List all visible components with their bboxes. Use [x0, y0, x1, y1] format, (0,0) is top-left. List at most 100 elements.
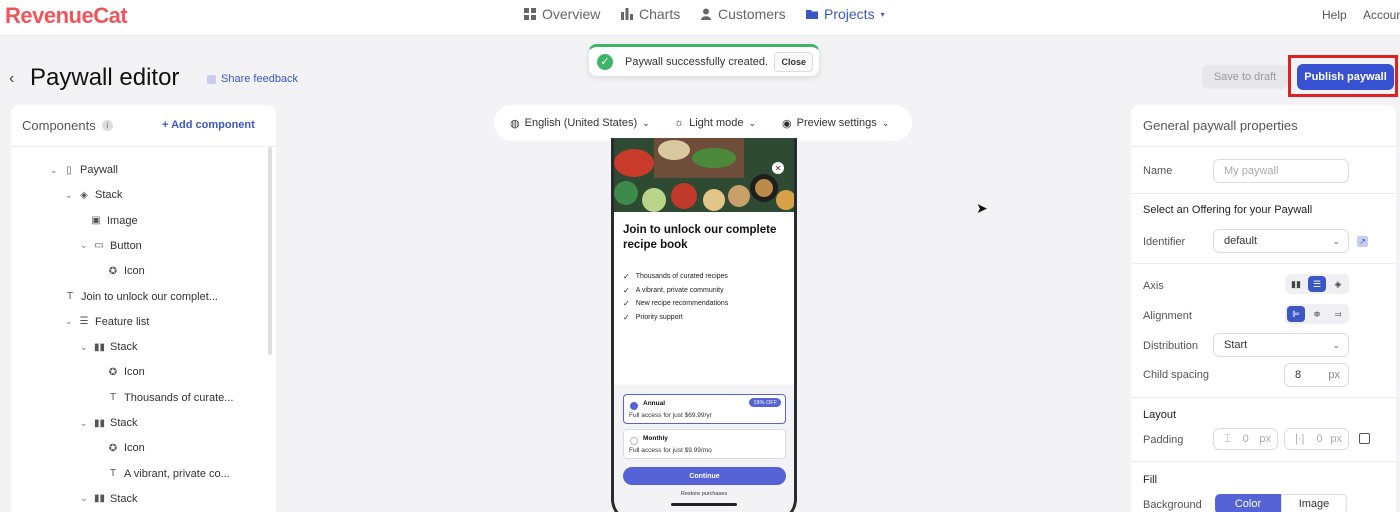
preview-toolbar: ◍ English (United States) ⌄ ☼ Light mode… — [494, 105, 912, 141]
check-icon: ✓ — [623, 272, 630, 281]
hero-image[interactable]: ✕ — [614, 138, 794, 212]
chevron-down-icon[interactable]: ⌄ — [65, 316, 73, 327]
chevron-down-icon[interactable]: ⌄ — [80, 240, 88, 251]
text-icon: T — [66, 291, 74, 302]
padding-horizontal-input[interactable]: |·| 0 px — [1284, 428, 1349, 450]
nav-projects[interactable]: Projects ▾ — [806, 0, 885, 28]
chevron-down-icon[interactable]: ⌄ — [50, 165, 58, 176]
tree-item-label: Icon — [124, 442, 145, 455]
back-chevron-icon[interactable]: ‹ — [9, 70, 14, 88]
restore-purchases-link[interactable]: Restore purchases — [614, 491, 794, 497]
save-to-draft-button[interactable]: Save to draft — [1202, 65, 1288, 89]
tree-item[interactable]: ⌄ ▯ Paywall — [50, 160, 118, 180]
tree-item[interactable]: ⌄ ▮▮ Stack — [80, 337, 138, 357]
paywall-headline: Join to unlock our complete recipe book — [623, 224, 777, 251]
feature-item: ✓ New recipe recommendations — [623, 299, 728, 308]
identifier-select[interactable]: default ⌄ — [1213, 229, 1349, 253]
tree-item-label: Button — [110, 239, 142, 252]
nav-overview[interactable]: Overview — [524, 0, 600, 28]
mouse-cursor-icon: ➤ — [976, 200, 988, 216]
add-component-button[interactable]: + Add component — [162, 119, 255, 131]
align-end-icon[interactable]: ⫤ — [1329, 306, 1347, 322]
background-label: Background — [1143, 499, 1202, 511]
components-panel: Components i + Add component ⌄ ▯ Paywall ⌄ ◈… — [11, 105, 276, 512]
alignment-segmented-control: ⊫ ≑ ⫤ — [1285, 304, 1349, 324]
language-label: English (United States) — [524, 117, 638, 129]
nav-customers-label: Customers — [718, 6, 786, 22]
preview-settings-dropdown[interactable]: ◉ Preview settings ⌄ — [782, 117, 889, 130]
page-title: Paywall editor — [30, 64, 180, 91]
icon-icon: ✪ — [108, 366, 118, 378]
distribution-select[interactable]: Start ⌄ — [1213, 333, 1349, 357]
axis-vertical-icon[interactable]: ☰ — [1308, 276, 1326, 292]
share-feedback-link[interactable]: Share feedback — [207, 73, 298, 85]
child-spacing-input[interactable]: 8 px — [1284, 363, 1349, 387]
nav-charts[interactable]: Charts — [621, 0, 680, 28]
chevron-down-icon: ⌄ — [881, 117, 890, 128]
name-input[interactable]: My paywall — [1213, 159, 1349, 183]
tree-item[interactable]: ⌄ ▮▮ Stack — [80, 413, 138, 433]
offering-section-title: Select an Offering for your Paywall — [1143, 204, 1313, 216]
identifier-label: Identifier — [1143, 236, 1186, 248]
axis-horizontal-icon[interactable]: ▮▮ — [1287, 276, 1305, 292]
nav-charts-label: Charts — [639, 6, 681, 22]
package-monthly[interactable]: Monthly Full access for just $9.99/mo — [623, 429, 786, 459]
revenuecat-logo[interactable]: RevenueCat — [5, 3, 128, 29]
tree-item[interactable]: T A vibrant, private co... — [108, 464, 230, 484]
help-link[interactable]: Help — [1322, 8, 1347, 22]
open-offering-link-icon[interactable]: ↗ — [1357, 236, 1368, 247]
theme-mode-dropdown[interactable]: ☼ Light mode ⌄ — [674, 117, 756, 129]
nav-customers[interactable]: Customers — [700, 0, 786, 28]
language-dropdown[interactable]: ◍ English (United States) ⌄ — [510, 117, 650, 130]
external-link-icon — [207, 74, 216, 84]
chevron-down-icon: ⌄ — [642, 117, 650, 128]
theme-mode-label: Light mode — [689, 117, 744, 129]
radio-selected-icon — [630, 402, 638, 410]
phone-preview[interactable]: ✕ Join to unlock our complete recipe boo… — [611, 138, 797, 512]
toast-close-button[interactable]: Close — [774, 52, 813, 72]
info-icon[interactable]: i — [101, 120, 113, 131]
alignment-label: Alignment — [1143, 310, 1192, 322]
tree-item[interactable]: ✪ Icon — [108, 438, 145, 458]
tree-item[interactable]: ⌄ ▮▮ Stack — [80, 489, 138, 509]
padding-expand-icon[interactable] — [1359, 433, 1370, 444]
publish-paywall-button[interactable]: Publish paywall — [1297, 64, 1394, 90]
chevron-down-icon[interactable]: ⌄ — [65, 190, 73, 201]
tree-item[interactable]: T Join to unlock our complet... — [65, 287, 218, 307]
chevron-down-icon[interactable]: ⌄ — [80, 418, 88, 429]
padding-label: Padding — [1143, 434, 1184, 446]
account-menu[interactable]: Account — [1363, 8, 1400, 22]
tree-item-label: Paywall — [80, 164, 118, 176]
chevron-down-icon[interactable]: ⌄ — [80, 493, 88, 504]
background-image-option[interactable]: Image — [1281, 494, 1347, 512]
tree-item[interactable]: T Thousands of curate... — [108, 388, 234, 408]
paywall-close-icon[interactable]: ✕ — [772, 162, 784, 174]
tree-item[interactable]: ▣ Image — [91, 211, 137, 231]
align-center-icon[interactable]: ≑ — [1308, 306, 1326, 322]
continue-button[interactable]: Continue — [623, 467, 786, 485]
chevron-down-icon[interactable]: ⌄ — [80, 342, 88, 353]
tree-item[interactable]: ⌄ ◈ Stack — [65, 185, 123, 205]
tree-item[interactable]: ✪ Icon — [108, 362, 145, 382]
tree-item[interactable]: ⌄ ▭ Button — [80, 236, 142, 256]
button-icon: ▭ — [94, 240, 104, 252]
discount-badge: 19% OFF — [749, 398, 781, 407]
layers-icon: ◈ — [80, 189, 88, 201]
fill-section-title: Fill — [1143, 474, 1158, 486]
align-start-icon[interactable]: ⊫ — [1287, 306, 1305, 322]
properties-title: General paywall properties — [1131, 105, 1396, 147]
padding-vertical-input[interactable]: ⌶ 0 px — [1213, 428, 1278, 450]
tree-item[interactable]: ✪ Icon — [108, 261, 145, 281]
check-circle-icon: ✓ — [597, 53, 613, 70]
components-scrollbar[interactable] — [268, 147, 272, 355]
package-annual[interactable]: Annual 19% OFF Full access for just $69.… — [623, 394, 786, 424]
radio-unselected-icon — [630, 437, 638, 445]
name-placeholder: My paywall — [1224, 165, 1279, 177]
padding-unit: px — [1330, 433, 1342, 445]
background-color-option[interactable]: Color — [1215, 494, 1281, 512]
tree-item[interactable]: ⌄ ☰ Feature list — [65, 312, 149, 332]
feature-item: ✓ Thousands of curated recipes — [623, 272, 728, 281]
chevron-down-icon: ⌄ — [748, 117, 757, 128]
padding-vertical-value: 0 — [1242, 433, 1249, 445]
axis-zstack-icon[interactable]: ◈ — [1329, 276, 1347, 292]
